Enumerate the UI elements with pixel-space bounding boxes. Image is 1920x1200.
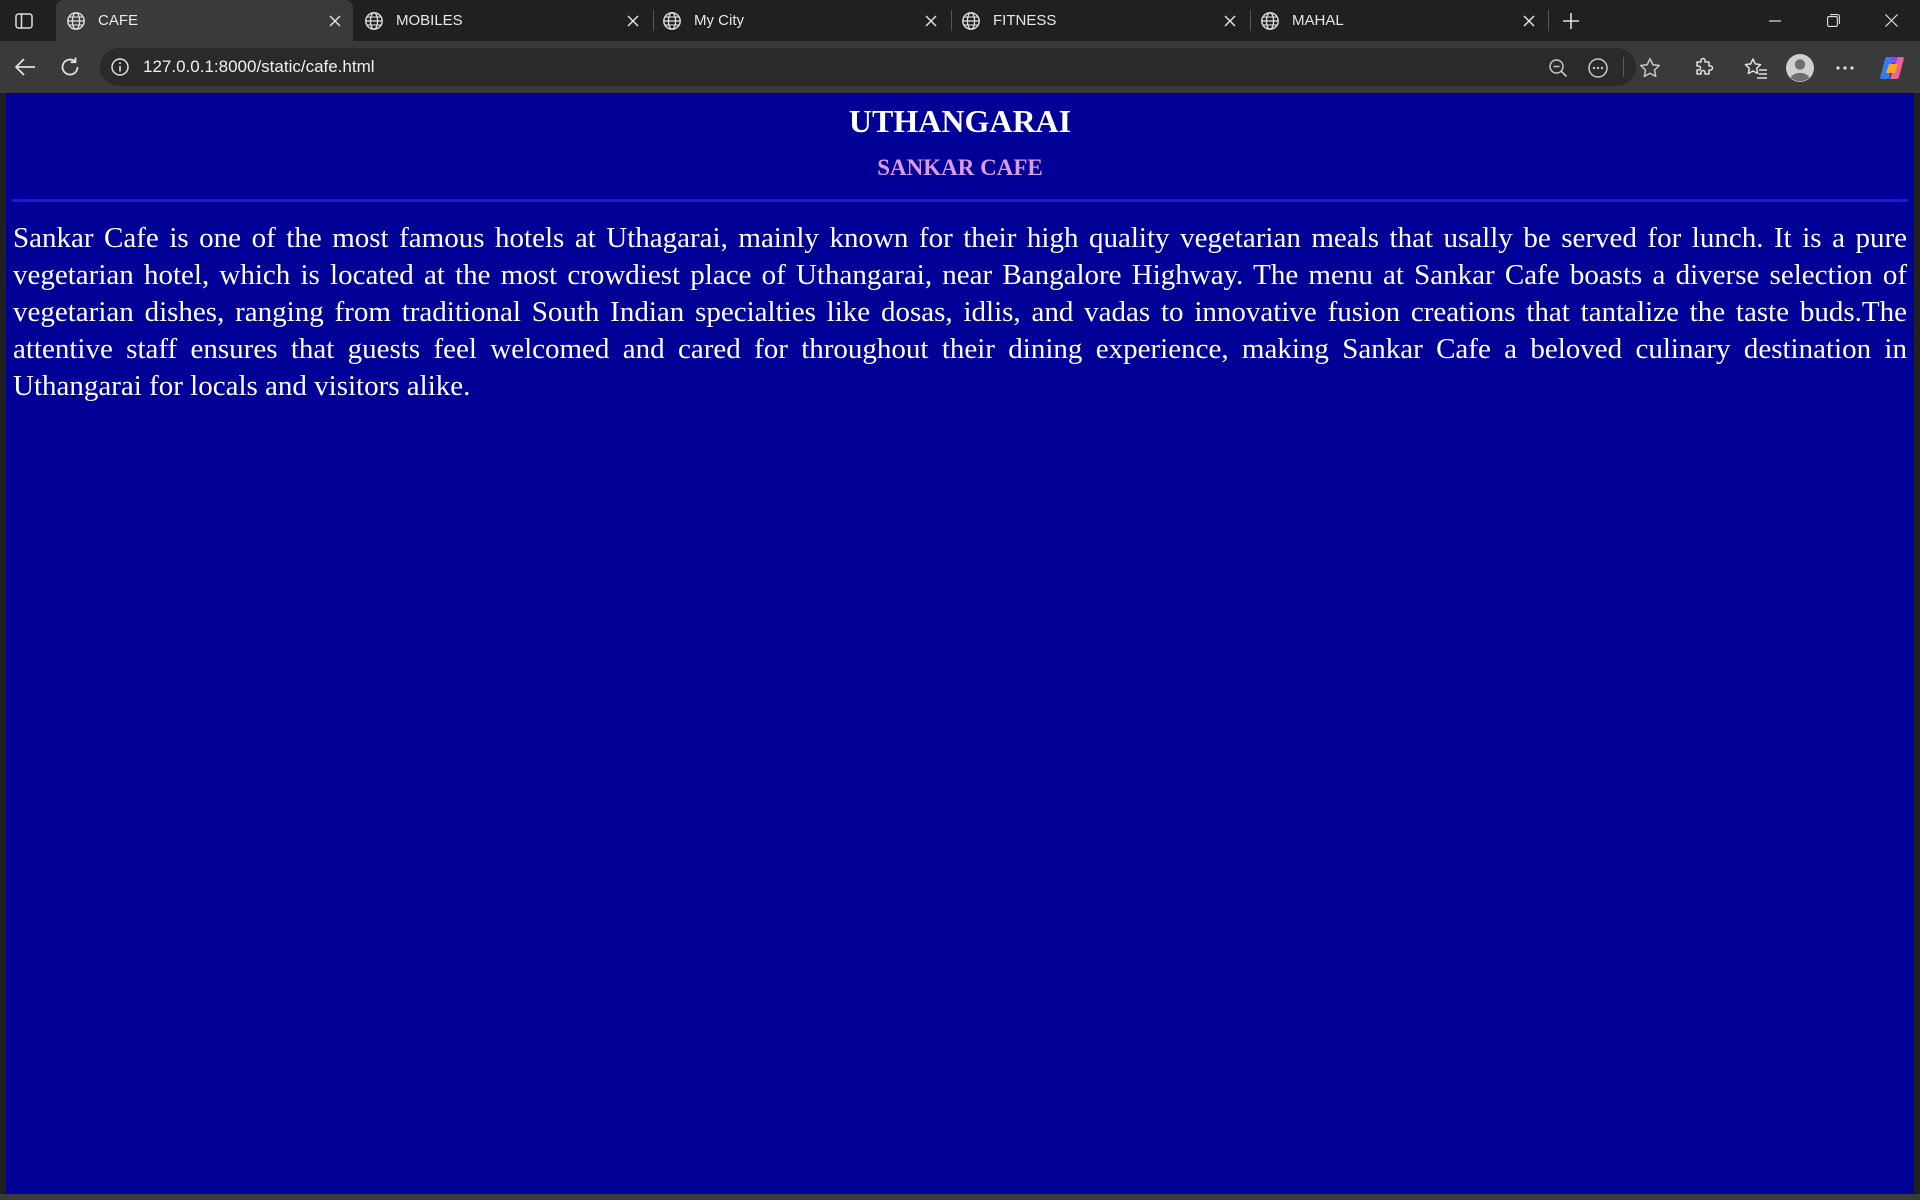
star-icon[interactable] xyxy=(1637,55,1663,81)
puzzle-icon xyxy=(1696,57,1714,75)
globe-icon xyxy=(662,11,682,31)
page-subtitle: SANKAR CAFE xyxy=(877,154,1043,180)
url-text[interactable]: 127.0.0.1:8000/static/cafe.html xyxy=(143,48,375,86)
ellipsis-icon xyxy=(1836,66,1854,70)
minimize-icon xyxy=(1769,19,1781,22)
address-bar[interactable]: 127.0.0.1:8000/static/cafe.html xyxy=(100,48,1660,86)
extensions-button[interactable] xyxy=(1688,52,1720,84)
favorites-icon xyxy=(1744,58,1767,79)
globe-icon xyxy=(66,11,86,31)
page-title: UTHANGARAI xyxy=(848,103,1072,139)
close-icon xyxy=(1884,14,1898,27)
horizontal-rule xyxy=(12,199,1908,203)
tab-title: FITNESS xyxy=(993,12,1057,29)
address-separator xyxy=(1623,57,1624,77)
profile-button[interactable] xyxy=(1784,52,1816,84)
back-button[interactable] xyxy=(10,52,40,82)
refresh-icon xyxy=(61,57,79,76)
close-window-button[interactable] xyxy=(1862,0,1920,41)
restore-icon xyxy=(1826,14,1840,27)
tab-fitness[interactable]: FITNESS xyxy=(951,0,1248,41)
close-icon[interactable] xyxy=(1218,9,1242,33)
copilot-icon xyxy=(1880,57,1904,79)
tab-title: MAHAL xyxy=(1292,12,1344,29)
zoom-out-icon[interactable] xyxy=(1545,55,1571,81)
plus-icon xyxy=(1563,13,1579,29)
favorites-button[interactable] xyxy=(1740,52,1772,84)
browser-toolbar: 127.0.0.1:8000/static/cafe.html xyxy=(0,41,1920,93)
tab-title: My City xyxy=(694,12,744,29)
globe-icon xyxy=(961,11,981,31)
sidebar-toggle-icon[interactable] xyxy=(12,10,36,32)
more-circle-icon[interactable] xyxy=(1585,55,1611,81)
tab-strip: CAFE MOBILES My City FITNESS MAHAL xyxy=(0,0,1920,41)
page-viewport: UTHANGARAI SANKAR CAFE Sankar Cafe is on… xyxy=(6,93,1914,1194)
tab-my-city[interactable]: My City xyxy=(652,0,949,41)
tab-mahal[interactable]: MAHAL xyxy=(1250,0,1547,41)
globe-icon xyxy=(1260,11,1280,31)
copilot-button[interactable] xyxy=(1876,52,1908,84)
refresh-button[interactable] xyxy=(55,52,85,82)
minimize-button[interactable] xyxy=(1746,0,1804,41)
close-icon[interactable] xyxy=(621,9,645,33)
tab-title: MOBILES xyxy=(396,12,463,29)
settings-menu-button[interactable] xyxy=(1829,52,1861,84)
close-icon[interactable] xyxy=(1517,9,1541,33)
globe-icon xyxy=(364,11,384,31)
back-arrow-icon xyxy=(15,58,35,76)
new-tab-button[interactable] xyxy=(1558,8,1584,34)
close-icon[interactable] xyxy=(323,9,347,33)
tab-separator xyxy=(1548,10,1549,31)
tab-title: CAFE xyxy=(98,12,139,29)
info-icon[interactable] xyxy=(110,57,130,77)
window-bottom-border xyxy=(0,1194,1920,1200)
tab-mobiles[interactable]: MOBILES xyxy=(354,0,651,41)
avatar-icon xyxy=(1786,54,1814,82)
tab-cafe[interactable]: CAFE xyxy=(56,0,353,41)
close-icon[interactable] xyxy=(919,9,943,33)
restore-button[interactable] xyxy=(1804,0,1862,41)
page-description: Sankar Cafe is one of the most famous ho… xyxy=(13,222,1907,403)
